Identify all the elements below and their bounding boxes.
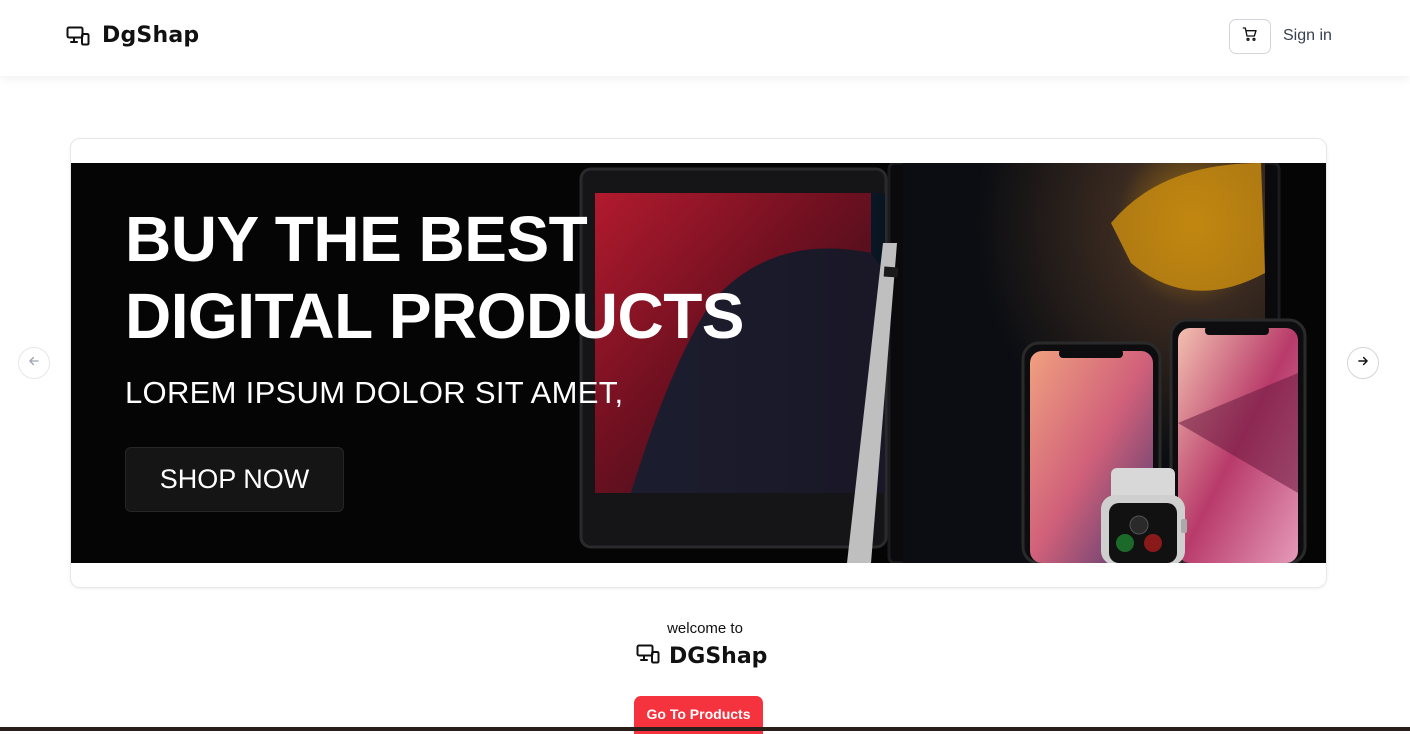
cart-button[interactable] (1229, 19, 1271, 54)
navbar: DgShap Sign in (0, 0, 1410, 76)
hero-headline-line2: DIGITAL PRODUCTS (125, 280, 744, 352)
hero-headline-line1: BUY THE BEST (125, 203, 588, 275)
brand-name: DgShap (102, 23, 200, 48)
welcome-brand: DGShap (636, 644, 767, 669)
welcome-brand-name: DGShap (669, 644, 768, 669)
hero-headline: BUY THE BEST DIGITAL PRODUCTS (125, 201, 744, 355)
arrow-left-icon (27, 354, 41, 373)
sign-in-link[interactable]: Sign in (1283, 27, 1332, 45)
welcome-intro: welcome to (667, 620, 743, 637)
carousel-prev-button[interactable] (18, 347, 50, 379)
cart-icon (1242, 26, 1258, 47)
shop-now-button[interactable]: SHOP NOW (125, 447, 344, 512)
hero-banner: BUY THE BEST DIGITAL PRODUCTS LOREM IPSU… (71, 163, 1326, 563)
arrow-right-icon (1356, 354, 1370, 373)
devices-icon (636, 644, 660, 669)
brand-logo[interactable]: DgShap (66, 23, 199, 48)
devices-icon (66, 26, 90, 46)
carousel-next-button[interactable] (1347, 347, 1379, 379)
footer-edge (0, 727, 1410, 731)
hero-subheadline: LOREM IPSUM DOLOR SIT AMET, (125, 375, 624, 410)
